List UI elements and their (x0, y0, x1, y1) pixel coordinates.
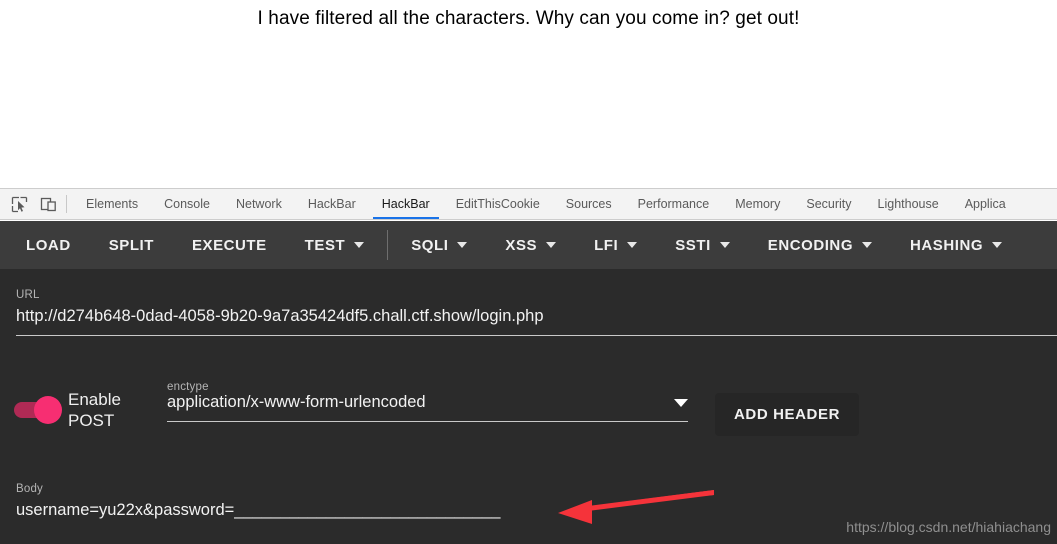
encoding-menu-label: ENCODING (767, 236, 854, 254)
tab-hackbar-2-active[interactable]: HackBar (369, 189, 443, 219)
test-menu[interactable]: TEST (286, 221, 384, 269)
sqli-menu[interactable]: SQLI (392, 221, 486, 269)
lfi-menu-label: LFI (594, 236, 619, 254)
enctype-field-underline (167, 421, 688, 422)
tab-elements[interactable]: Elements (73, 189, 151, 219)
chevron-down-icon (457, 242, 468, 248)
ssti-menu-label: SSTI (675, 236, 711, 254)
body-field-label: Body (16, 483, 44, 495)
chevron-down-icon (862, 242, 873, 248)
tab-sources[interactable]: Sources (553, 189, 625, 219)
chevron-down-icon (719, 242, 730, 248)
xss-menu[interactable]: XSS (486, 221, 575, 269)
browser-page-area: I have filtered all the characters. Why … (0, 0, 1057, 188)
enable-post-label: Enable POST (68, 390, 121, 430)
toggle-knob (34, 396, 62, 424)
sqli-menu-label: SQLI (411, 236, 449, 254)
hackbar-panel: LOAD SPLIT EXECUTE TEST SQLI XSS LFI SST… (0, 221, 1057, 544)
enctype-select[interactable]: application/x-www-form-urlencoded (167, 393, 688, 412)
toggle-track (14, 396, 62, 424)
split-button[interactable]: SPLIT (90, 221, 173, 269)
execute-button[interactable]: EXECUTE (173, 221, 286, 269)
tab-hackbar-1[interactable]: HackBar (295, 189, 369, 219)
enctype-field-group: enctype application/x-www-form-urlencode… (167, 381, 688, 422)
tab-network[interactable]: Network (223, 189, 295, 219)
watermark-text: https://blog.csdn.net/hiahiachang (846, 519, 1051, 535)
encoding-menu[interactable]: ENCODING (749, 221, 891, 269)
url-field-underline (16, 335, 1057, 336)
tab-lighthouse[interactable]: Lighthouse (865, 189, 952, 219)
toolbar-group-divider (387, 230, 389, 260)
page-message-text: I have filtered all the characters. Why … (257, 8, 800, 29)
url-field-label: URL (16, 289, 40, 301)
xss-menu-label: XSS (505, 236, 538, 254)
hashing-menu[interactable]: HASHING (891, 221, 1021, 269)
hackbar-toolbar: LOAD SPLIT EXECUTE TEST SQLI XSS LFI SST… (0, 221, 1057, 269)
load-button-label: LOAD (26, 236, 71, 254)
split-button-label: SPLIT (108, 236, 154, 254)
body-input[interactable]: username=yu22x&password=________________… (16, 501, 513, 520)
load-button[interactable]: LOAD (0, 221, 90, 269)
tab-performance[interactable]: Performance (625, 189, 723, 219)
tab-security[interactable]: Security (793, 189, 864, 219)
enable-post-toggle[interactable]: Enable POST (14, 389, 132, 431)
url-input[interactable]: http://d274b648-0dad-4058-9b20-9a7a35424… (16, 307, 1057, 326)
enctype-field-label: enctype (167, 381, 209, 393)
test-menu-label: TEST (304, 236, 346, 254)
url-field-group: URL http://d274b648-0dad-4058-9b20-9a7a3… (16, 289, 1057, 336)
ssti-menu[interactable]: SSTI (656, 221, 749, 269)
lfi-menu[interactable]: LFI (575, 221, 656, 269)
tab-application[interactable]: Applica (952, 189, 1019, 219)
tab-editthiscookie[interactable]: EditThisCookie (443, 189, 553, 219)
tab-console[interactable]: Console (151, 189, 223, 219)
body-field-group: Body username=yu22x&password=___________… (16, 483, 513, 520)
chevron-down-icon (546, 242, 557, 248)
add-header-button[interactable]: ADD HEADER (715, 393, 860, 436)
devtools-tool-icons (0, 189, 64, 219)
toolbar-separator (66, 195, 67, 213)
devtools-tabbar: Elements Console Network HackBar HackBar… (0, 188, 1057, 220)
tab-memory[interactable]: Memory (722, 189, 793, 219)
chevron-down-icon (354, 242, 365, 248)
chevron-down-icon (992, 242, 1003, 248)
execute-button-label: EXECUTE (191, 236, 267, 254)
hashing-menu-label: HASHING (910, 236, 984, 254)
enctype-selected-value: application/x-www-form-urlencoded (167, 393, 426, 411)
post-options-row: Enable POST enctype application/x-www-fo… (0, 381, 1057, 451)
devtools-tab-list: Elements Console Network HackBar HackBar… (73, 189, 1019, 219)
chevron-down-icon (674, 399, 688, 407)
inspect-element-icon[interactable] (10, 195, 29, 214)
chevron-down-icon (627, 242, 638, 248)
device-toolbar-icon[interactable] (39, 195, 58, 214)
